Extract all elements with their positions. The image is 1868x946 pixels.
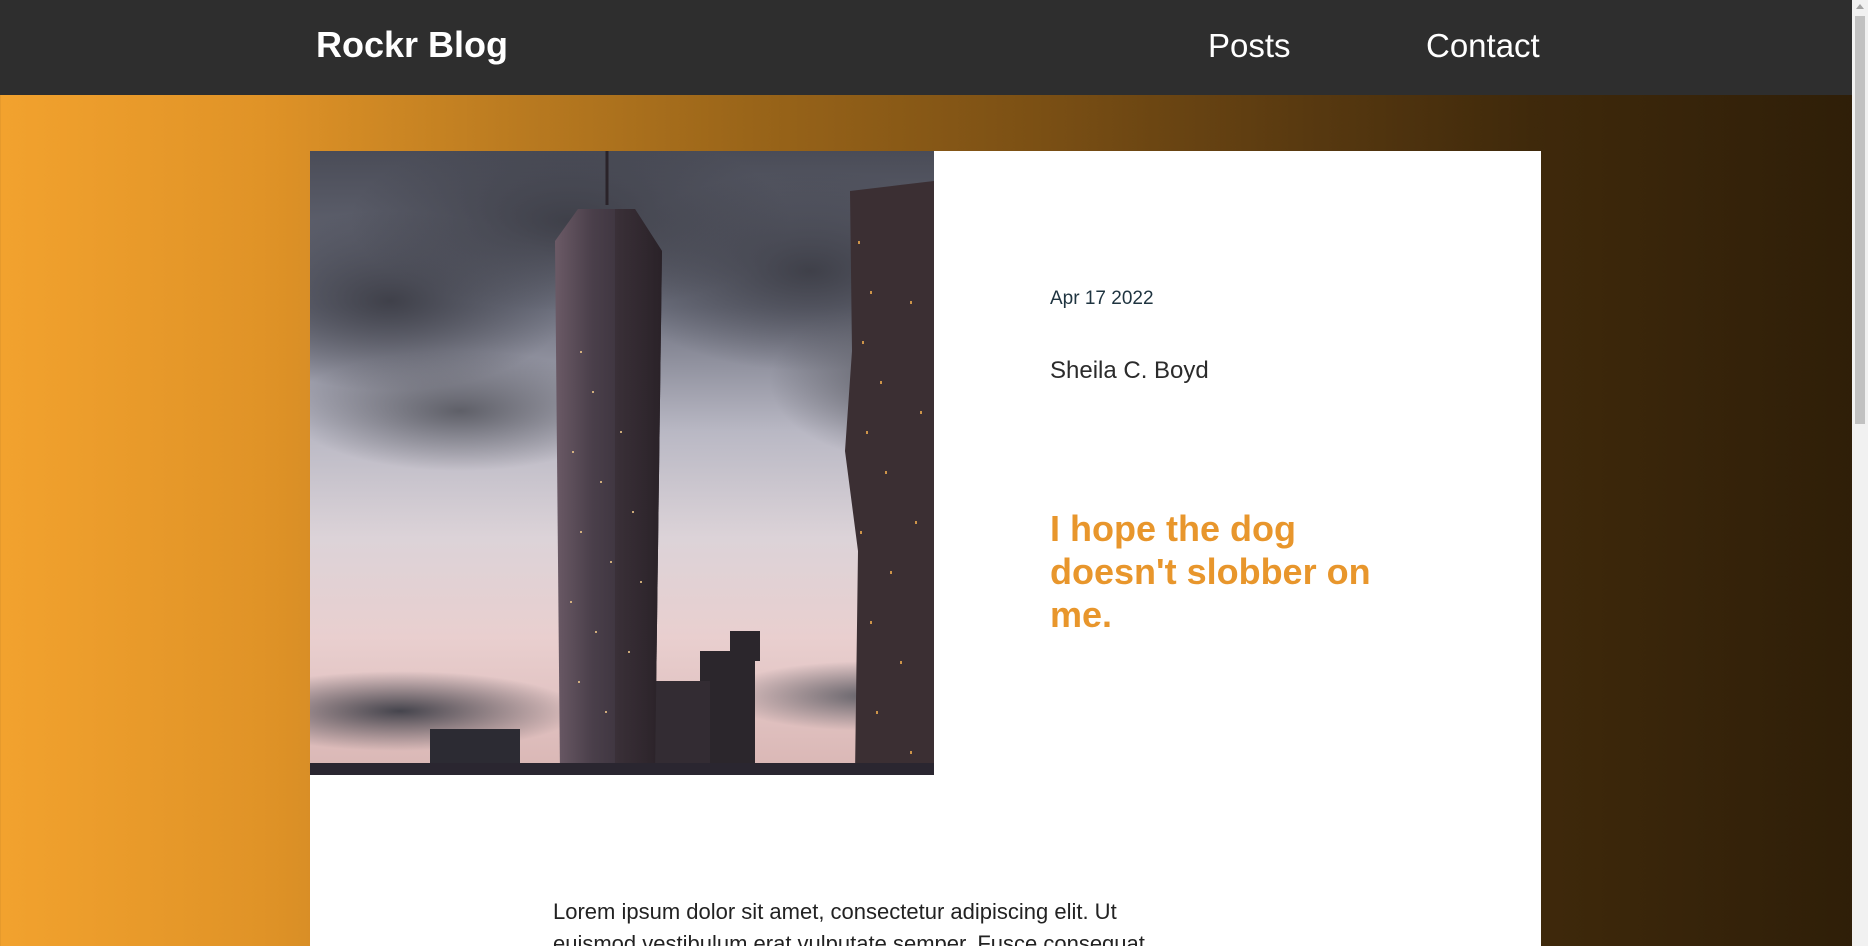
page-scrollbar[interactable] bbox=[1852, 0, 1868, 946]
brand-logo-link[interactable]: Rockr Blog bbox=[316, 22, 508, 68]
post-hero-image bbox=[310, 151, 934, 775]
nav-link-contact[interactable]: Contact bbox=[1426, 24, 1540, 68]
post-author[interactable]: Sheila C. Boyd bbox=[1050, 356, 1209, 386]
scroll-thumb[interactable] bbox=[1855, 16, 1865, 424]
post-date: Apr 17 2022 bbox=[1050, 288, 1154, 309]
top-navbar: Rockr Blog Posts Contact bbox=[0, 0, 1852, 95]
scroll-up-arrow-icon[interactable] bbox=[1856, 4, 1864, 9]
post-card: Apr 17 2022 Sheila C. Boyd I hope the do… bbox=[310, 151, 1541, 946]
nav-link-posts[interactable]: Posts bbox=[1208, 24, 1291, 68]
post-body-text: Lorem ipsum dolor sit amet, consectetur … bbox=[553, 899, 1145, 946]
post-title: I hope the dog doesn't slobber on me. bbox=[1050, 508, 1371, 635]
